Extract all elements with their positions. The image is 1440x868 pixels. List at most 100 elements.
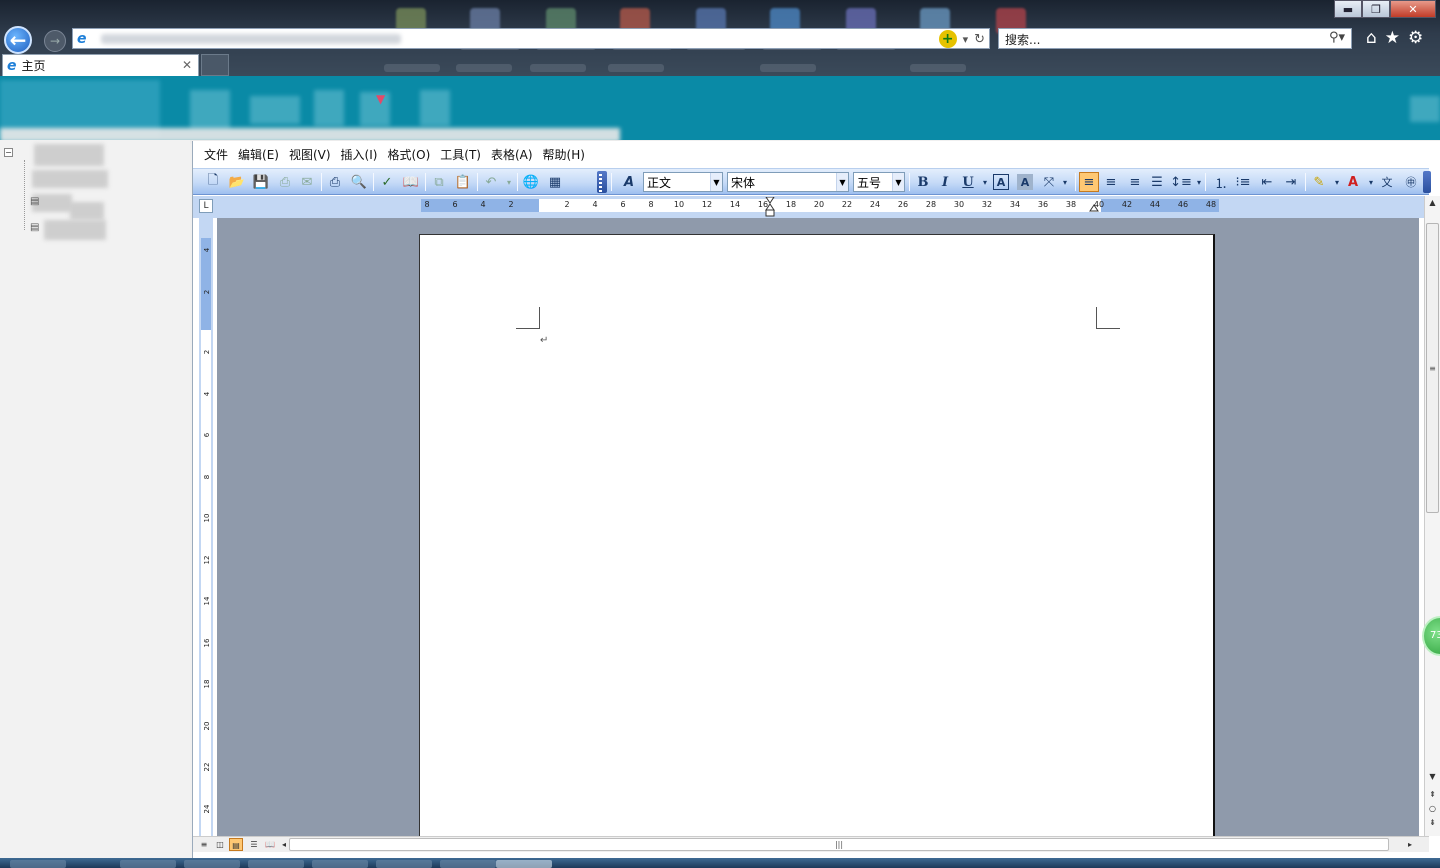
align-center-icon[interactable]: ≡ — [1101, 172, 1121, 192]
save-icon[interactable]: 💾 — [251, 172, 271, 192]
open-folder-icon[interactable]: 📂 — [227, 172, 247, 192]
vertical-ruler[interactable]: 4 2 2 4 6 8 10 12 14 16 18 20 22 24 — [199, 218, 213, 838]
reading-layout-icon[interactable]: 📖 — [263, 838, 277, 851]
minimize-button[interactable]: ▬ — [1334, 0, 1362, 18]
print-icon[interactable]: ⎙ — [325, 172, 345, 192]
address-bar[interactable]: e + ▾ ↻ — [72, 28, 990, 49]
refresh-icon[interactable]: ↻ — [974, 32, 985, 47]
document-page[interactable]: ↵ — [419, 234, 1215, 836]
print-preview-icon[interactable]: 🔍 — [349, 172, 369, 192]
italic-icon[interactable]: I — [935, 172, 955, 192]
tree-item-doc-2[interactable]: ▤ — [30, 222, 39, 233]
highlight-icon[interactable]: ✎ — [1309, 172, 1329, 192]
scroll-right-icon[interactable]: ▸ — [1403, 838, 1417, 851]
style-select[interactable]: 正文 ▼ — [643, 172, 723, 192]
menu-tools[interactable]: 工具(T) — [435, 146, 486, 163]
search-input[interactable]: 搜索... ⚲▾ — [998, 28, 1352, 49]
research-icon[interactable]: 📖 — [401, 172, 421, 192]
browse-object-icon[interactable]: ○ — [1425, 802, 1440, 816]
horizontal-ruler-row: L 8 6 4 2 2 4 6 8 10 12 14 16 18 20 22 24 26 28 30 32 34 36 38… — [193, 196, 1429, 218]
menu-view[interactable]: 视图(V) — [284, 146, 336, 163]
justify-icon[interactable]: ☰ — [1147, 172, 1167, 192]
vertical-scrollbar[interactable]: ▲ ≡ ▼ ⇞ ○ ⇟ — [1424, 196, 1440, 836]
line-spacing-icon[interactable]: ↕≡ — [1170, 172, 1192, 192]
menu-insert[interactable]: 插入(I) — [336, 146, 383, 163]
font-color-icon[interactable]: A — [1343, 172, 1363, 192]
vruler-tick-label: 20 — [203, 721, 211, 730]
tab-selector[interactable]: L — [199, 199, 213, 213]
align-right-icon[interactable]: ≡ — [1125, 172, 1145, 192]
prev-page-icon[interactable]: ⇞ — [1425, 788, 1440, 802]
copy-icon[interactable]: ⧉ — [429, 172, 449, 192]
permission-icon[interactable]: ⎙ — [275, 172, 295, 192]
outline-view-icon[interactable]: ☰ — [247, 838, 261, 851]
back-button[interactable]: ← — [4, 26, 32, 54]
numbered-list-icon[interactable]: ⒈ — [1211, 172, 1231, 192]
address-url-blurred — [101, 33, 401, 44]
browser-tab-home[interactable]: e 主页 ✕ — [2, 54, 199, 76]
spelling-icon[interactable]: ✓ — [377, 172, 397, 192]
char-shading-icon[interactable]: A — [1017, 174, 1033, 190]
gear-icon[interactable]: ⚙ — [1408, 28, 1423, 48]
home-icon[interactable]: ⌂ — [1366, 28, 1377, 48]
horizontal-ruler[interactable]: 8 6 4 2 2 4 6 8 10 12 14 16 18 20 22 24 26 28 30 32 34 36 38 40… — [421, 197, 1219, 217]
search-icon[interactable]: ⚲▾ — [1329, 30, 1345, 45]
menu-file[interactable]: 文件 — [199, 146, 233, 163]
tree-item-doc-1[interactable]: ▤ — [30, 196, 39, 207]
dropdown-icon[interactable]: ▾ — [963, 33, 969, 46]
menu-edit[interactable]: 编辑(E) — [233, 146, 284, 163]
menu-table[interactable]: 表格(A) — [486, 146, 538, 163]
scroll-up-icon[interactable]: ▲ — [1425, 196, 1440, 210]
decrease-indent-icon[interactable]: ⇤ — [1257, 172, 1277, 192]
enclose-character-icon[interactable]: ㊥ — [1401, 172, 1421, 192]
toolbar-options-grip[interactable] — [597, 171, 607, 193]
chevron-down-icon[interactable]: ▼ — [836, 173, 848, 191]
window-controls: ▬ ❐ ✕ — [1334, 0, 1436, 18]
email-icon[interactable]: ✉ — [297, 172, 317, 192]
scroll-down-icon[interactable]: ▼ — [1425, 770, 1440, 784]
close-button[interactable]: ✕ — [1390, 0, 1436, 18]
forward-arrow-icon: → — [49, 34, 61, 48]
new-document-icon[interactable]: 🗋 — [203, 172, 223, 192]
ruler-tick-label: 8 — [424, 200, 430, 209]
undo-dropdown-icon[interactable]: ▾ — [499, 172, 519, 192]
char-border-icon[interactable]: A — [993, 174, 1009, 190]
hyperlink-icon[interactable]: 🌐 — [521, 172, 541, 192]
menu-format[interactable]: 格式(O) — [382, 146, 435, 163]
phonetic-guide-icon[interactable]: 文 — [1377, 172, 1397, 192]
addon-plus-icon[interactable]: + — [938, 30, 957, 48]
tree-root[interactable]: − — [4, 148, 13, 157]
align-left-icon[interactable]: ≡ — [1079, 172, 1099, 192]
font-size-select[interactable]: 五号 ▼ — [853, 172, 905, 192]
scroll-thumb[interactable]: ≡ — [1426, 223, 1439, 513]
chevron-down-icon[interactable]: ▼ — [892, 173, 904, 191]
underline-dropdown-icon[interactable]: ▾ — [975, 172, 995, 192]
ruler-tick-label: 12 — [701, 200, 713, 209]
font-select[interactable]: 宋体 ▼ — [727, 172, 849, 192]
tab-close-icon[interactable]: ✕ — [182, 58, 192, 72]
forward-button[interactable]: → — [44, 30, 66, 52]
horizontal-scrollbar[interactable]: ||| — [289, 838, 1389, 851]
margin-corner-mark-left — [516, 307, 540, 329]
web-layout-icon[interactable]: ◫ — [213, 838, 227, 851]
menu-help[interactable]: 帮助(H) — [538, 146, 590, 163]
increase-indent-icon[interactable]: ⇥ — [1281, 172, 1301, 192]
bulleted-list-icon[interactable]: ⁝≡ — [1233, 172, 1253, 192]
toolbar-options-grip-2[interactable] — [1423, 171, 1431, 193]
undo-icon[interactable]: ↶ — [481, 172, 501, 192]
maximize-button[interactable]: ❐ — [1362, 0, 1390, 18]
normal-view-icon[interactable]: ≡ — [197, 838, 211, 851]
insert-table-icon[interactable]: ▦ — [545, 172, 565, 192]
scaling-dropdown-icon[interactable]: ▾ — [1055, 172, 1075, 192]
bold-icon[interactable]: B — [913, 172, 933, 192]
paste-icon[interactable]: 📋 — [453, 172, 473, 192]
next-page-icon[interactable]: ⇟ — [1425, 816, 1440, 830]
print-layout-icon[interactable]: ▤ — [229, 838, 243, 851]
chevron-down-icon[interactable]: ▼ — [710, 173, 722, 191]
ruler-tick-label: 6 — [452, 200, 458, 209]
tree-collapse-icon[interactable]: − — [4, 148, 13, 157]
new-tab-button[interactable] — [201, 54, 229, 76]
styles-pane-icon[interactable]: A — [619, 172, 639, 192]
favorites-star-icon[interactable]: ★ — [1385, 28, 1400, 48]
line-spacing-dropdown-icon[interactable]: ▾ — [1189, 172, 1209, 192]
